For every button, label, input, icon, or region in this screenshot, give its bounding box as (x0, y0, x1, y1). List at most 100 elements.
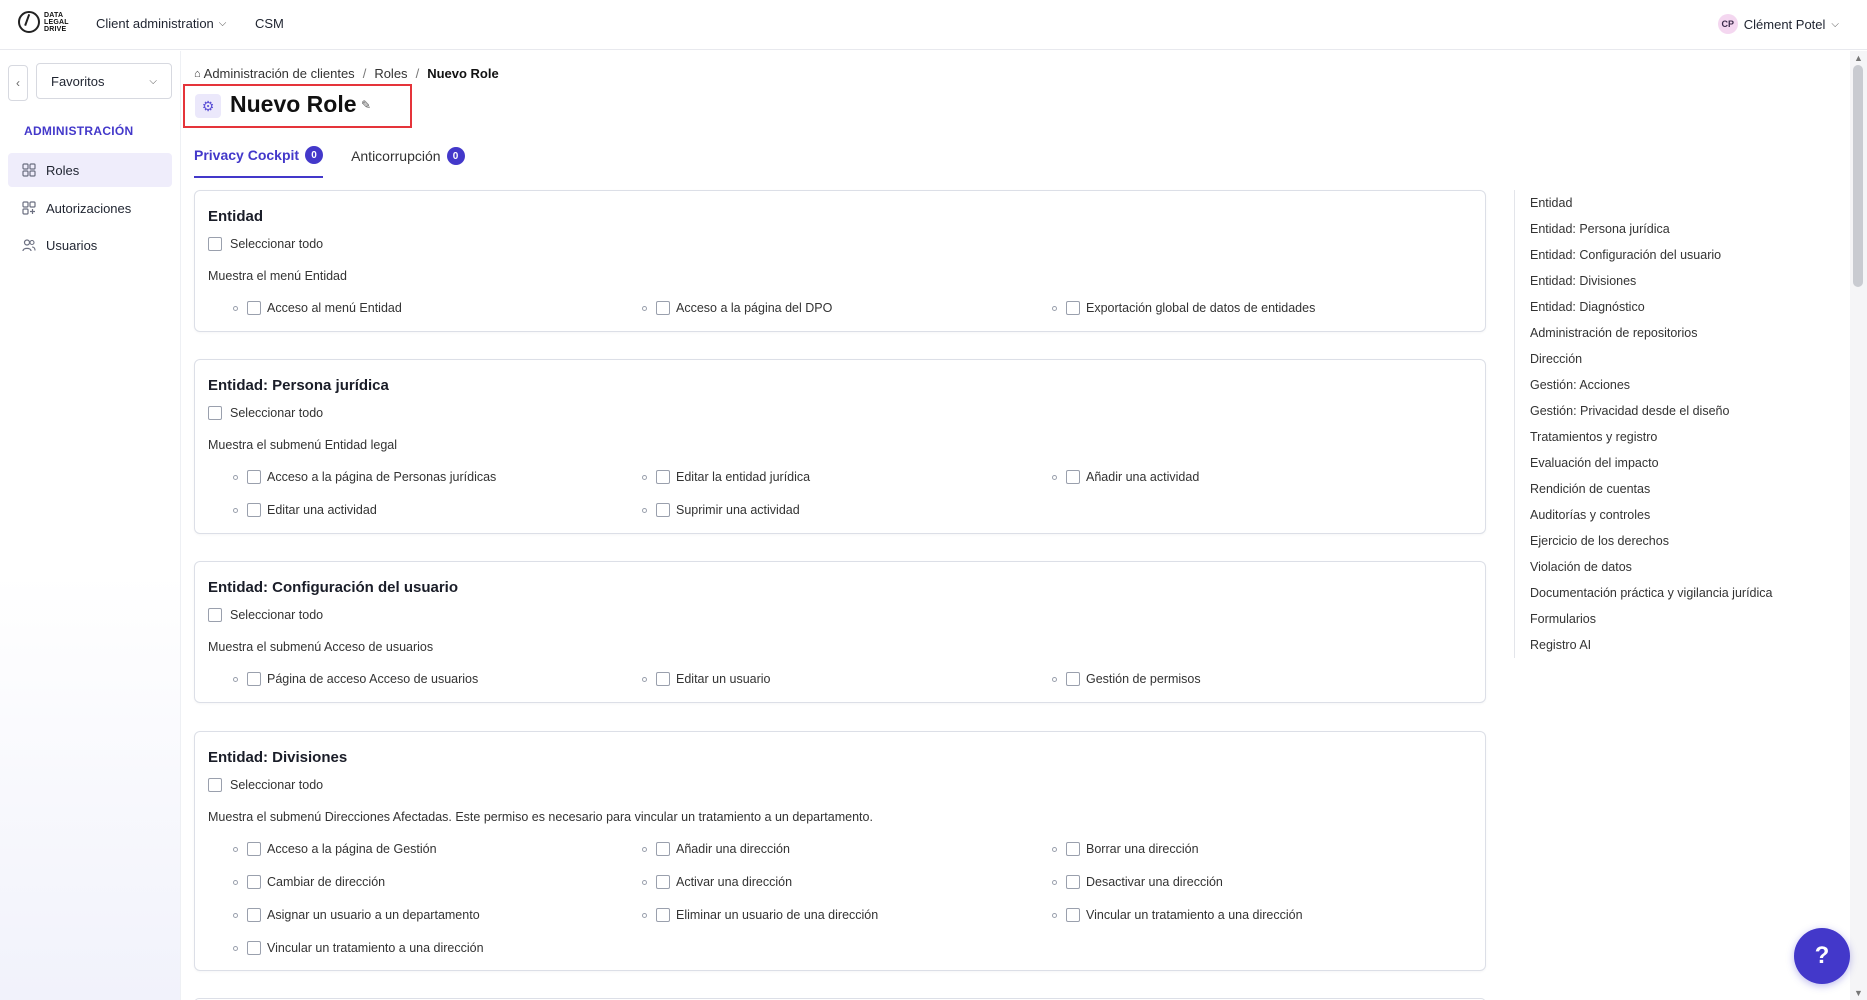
checkbox[interactable] (1066, 301, 1080, 315)
checkbox[interactable] (208, 778, 222, 792)
sidebar-item-roles[interactable]: Roles (8, 153, 172, 187)
permission-item[interactable]: Añadir una dirección (642, 842, 790, 856)
permission-label: Acceso al menú Entidad (267, 301, 402, 315)
tab-anticorrupcion[interactable]: Anticorrupción 0 (351, 146, 465, 178)
permission-item[interactable]: Acceso a la página del DPO (642, 301, 832, 315)
sidebar-item-label: Roles (46, 162, 80, 178)
checkbox[interactable] (656, 503, 670, 517)
checkbox[interactable] (656, 908, 670, 922)
help-chat-button[interactable]: ? (1794, 928, 1850, 984)
card-title: Entidad: Persona jurídica (208, 377, 389, 394)
checkbox[interactable] (247, 503, 261, 517)
permission-label: Acceso a la página del DPO (676, 301, 833, 315)
toc-link[interactable]: Ejercicio de los derechos (1530, 528, 1814, 554)
checkbox[interactable] (1066, 672, 1080, 686)
breadcrumb-link-roles[interactable]: Roles (374, 66, 407, 81)
select-all-checkbox[interactable]: Seleccionar todo (208, 237, 323, 251)
permission-item[interactable]: Acceso al menú Entidad (233, 301, 402, 315)
logo-text-line: DATA (44, 11, 64, 19)
checkbox[interactable] (1066, 842, 1080, 856)
checkbox[interactable] (1066, 875, 1080, 889)
toc-link[interactable]: Registro AI (1530, 632, 1814, 658)
toc-link[interactable]: Entidad: Divisiones (1530, 268, 1814, 294)
checkbox[interactable] (247, 908, 261, 922)
data-legal-drive-logo[interactable]: DATA LEGAL DRIVE (18, 11, 69, 33)
select-all-checkbox[interactable]: Seleccionar todo (208, 608, 323, 622)
permission-label: Página de acceso Acceso de usuarios (267, 672, 479, 686)
permission-item[interactable]: Acceso a la página de Gestión (233, 842, 437, 856)
permission-item[interactable]: Editar la entidad jurídica (642, 470, 810, 484)
checkbox[interactable] (656, 470, 670, 484)
home-icon: ⌂ (194, 67, 201, 80)
toc-link[interactable]: Auditorías y controles (1530, 502, 1814, 528)
permission-item[interactable]: Editar una actividad (233, 503, 377, 517)
permission-item[interactable]: Gestión de permisos (1052, 672, 1201, 686)
permission-item[interactable]: Vincular un tratamiento a una dirección (1052, 908, 1303, 922)
tab-privacy-cockpit[interactable]: Privacy Cockpit 0 (194, 146, 324, 178)
toc-link[interactable]: Administración de repositorios (1530, 320, 1814, 346)
checkbox[interactable] (656, 842, 670, 856)
permission-item[interactable]: Vincular un tratamiento a una dirección (233, 941, 484, 955)
scroll-thumb[interactable] (1853, 65, 1863, 287)
select-all-checkbox[interactable]: Seleccionar todo (208, 406, 323, 420)
toc-link[interactable]: Gestión: Acciones (1530, 372, 1814, 398)
checkbox[interactable] (208, 608, 222, 622)
checkbox[interactable] (247, 941, 261, 955)
page-scrollbar[interactable]: ▲ ▼ (1850, 51, 1867, 1000)
checkbox[interactable] (208, 406, 222, 420)
toc-link[interactable]: Evaluación del impacto (1530, 450, 1814, 476)
permission-item[interactable]: Activar una dirección (642, 875, 792, 889)
csm-menu[interactable]: CSM (255, 16, 284, 31)
toc-link[interactable]: Entidad: Diagnóstico (1530, 294, 1814, 320)
toc-link[interactable]: Dirección (1530, 346, 1814, 372)
permission-item[interactable]: Exportación global de datos de entidades (1052, 301, 1315, 315)
toc-link[interactable]: Tratamientos y registro (1530, 424, 1814, 450)
scroll-down-icon[interactable]: ▼ (1854, 988, 1863, 998)
checkbox[interactable] (1066, 908, 1080, 922)
permission-item[interactable]: Eliminar un usuario de una dirección (642, 908, 878, 922)
checkbox[interactable] (247, 470, 261, 484)
toc-link[interactable]: Entidad (1530, 190, 1814, 216)
checkbox[interactable] (247, 672, 261, 686)
permission-item[interactable]: Borrar una dirección (1052, 842, 1199, 856)
permission-item[interactable]: Añadir una actividad (1052, 470, 1199, 484)
breadcrumb-link-administracion[interactable]: Administración de clientes (204, 66, 355, 81)
permission-item[interactable]: Acceso a la página de Personas jurídicas (233, 470, 496, 484)
toc-link[interactable]: Violación de datos (1530, 554, 1814, 580)
permission-item[interactable]: Página de acceso Acceso de usuarios (233, 672, 478, 686)
toc-link[interactable]: Rendición de cuentas (1530, 476, 1814, 502)
permission-label: Asignar un usuario a un departamento (267, 908, 480, 922)
permission-label: Desactivar una dirección (1086, 875, 1223, 889)
permission-item[interactable]: Asignar un usuario a un departamento (233, 908, 480, 922)
permission-label: Añadir una actividad (1086, 470, 1200, 484)
favorites-select[interactable]: Favoritos ⌵ (36, 63, 172, 99)
page-title-highlight: ⚙ Nuevo Role ✎ (183, 84, 412, 128)
toc-link[interactable]: Gestión: Privacidad desde el diseño (1530, 398, 1814, 424)
client-administration-menu[interactable]: Client administration ⌵ (96, 16, 226, 31)
checkbox[interactable] (656, 672, 670, 686)
sidebar-item-usuarios[interactable]: Usuarios (8, 228, 172, 262)
toc-link[interactable]: Entidad: Persona jurídica (1530, 216, 1814, 242)
checkbox[interactable] (247, 301, 261, 315)
toc-link[interactable]: Documentación práctica y vigilancia jurí… (1530, 580, 1814, 606)
checkbox[interactable] (1066, 470, 1080, 484)
permission-item[interactable]: Cambiar de dirección (233, 875, 385, 889)
avatar: CP (1717, 14, 1738, 34)
checkbox[interactable] (208, 237, 222, 251)
permission-item[interactable]: Suprimir una actividad (642, 503, 800, 517)
sidebar-item-autorizaciones[interactable]: Autorizaciones (8, 191, 172, 225)
user-menu[interactable]: CP Clément Potel ⌵ (1717, 14, 1839, 34)
permission-item[interactable]: Editar un usuario (642, 672, 771, 686)
toc-link[interactable]: Entidad: Configuración del usuario (1530, 242, 1814, 268)
checkbox[interactable] (656, 301, 670, 315)
checkbox[interactable] (247, 875, 261, 889)
checkbox[interactable] (247, 842, 261, 856)
scroll-up-icon[interactable]: ▲ (1854, 53, 1863, 63)
checkbox[interactable] (656, 875, 670, 889)
permission-label: Gestión de permisos (1086, 672, 1201, 686)
toc-link[interactable]: Formularios (1530, 606, 1814, 632)
select-all-checkbox[interactable]: Seleccionar todo (208, 778, 323, 792)
collapse-sidebar-button[interactable]: ‹ (8, 65, 28, 101)
edit-title-icon[interactable]: ✎ (361, 98, 371, 112)
permission-item[interactable]: Desactivar una dirección (1052, 875, 1223, 889)
